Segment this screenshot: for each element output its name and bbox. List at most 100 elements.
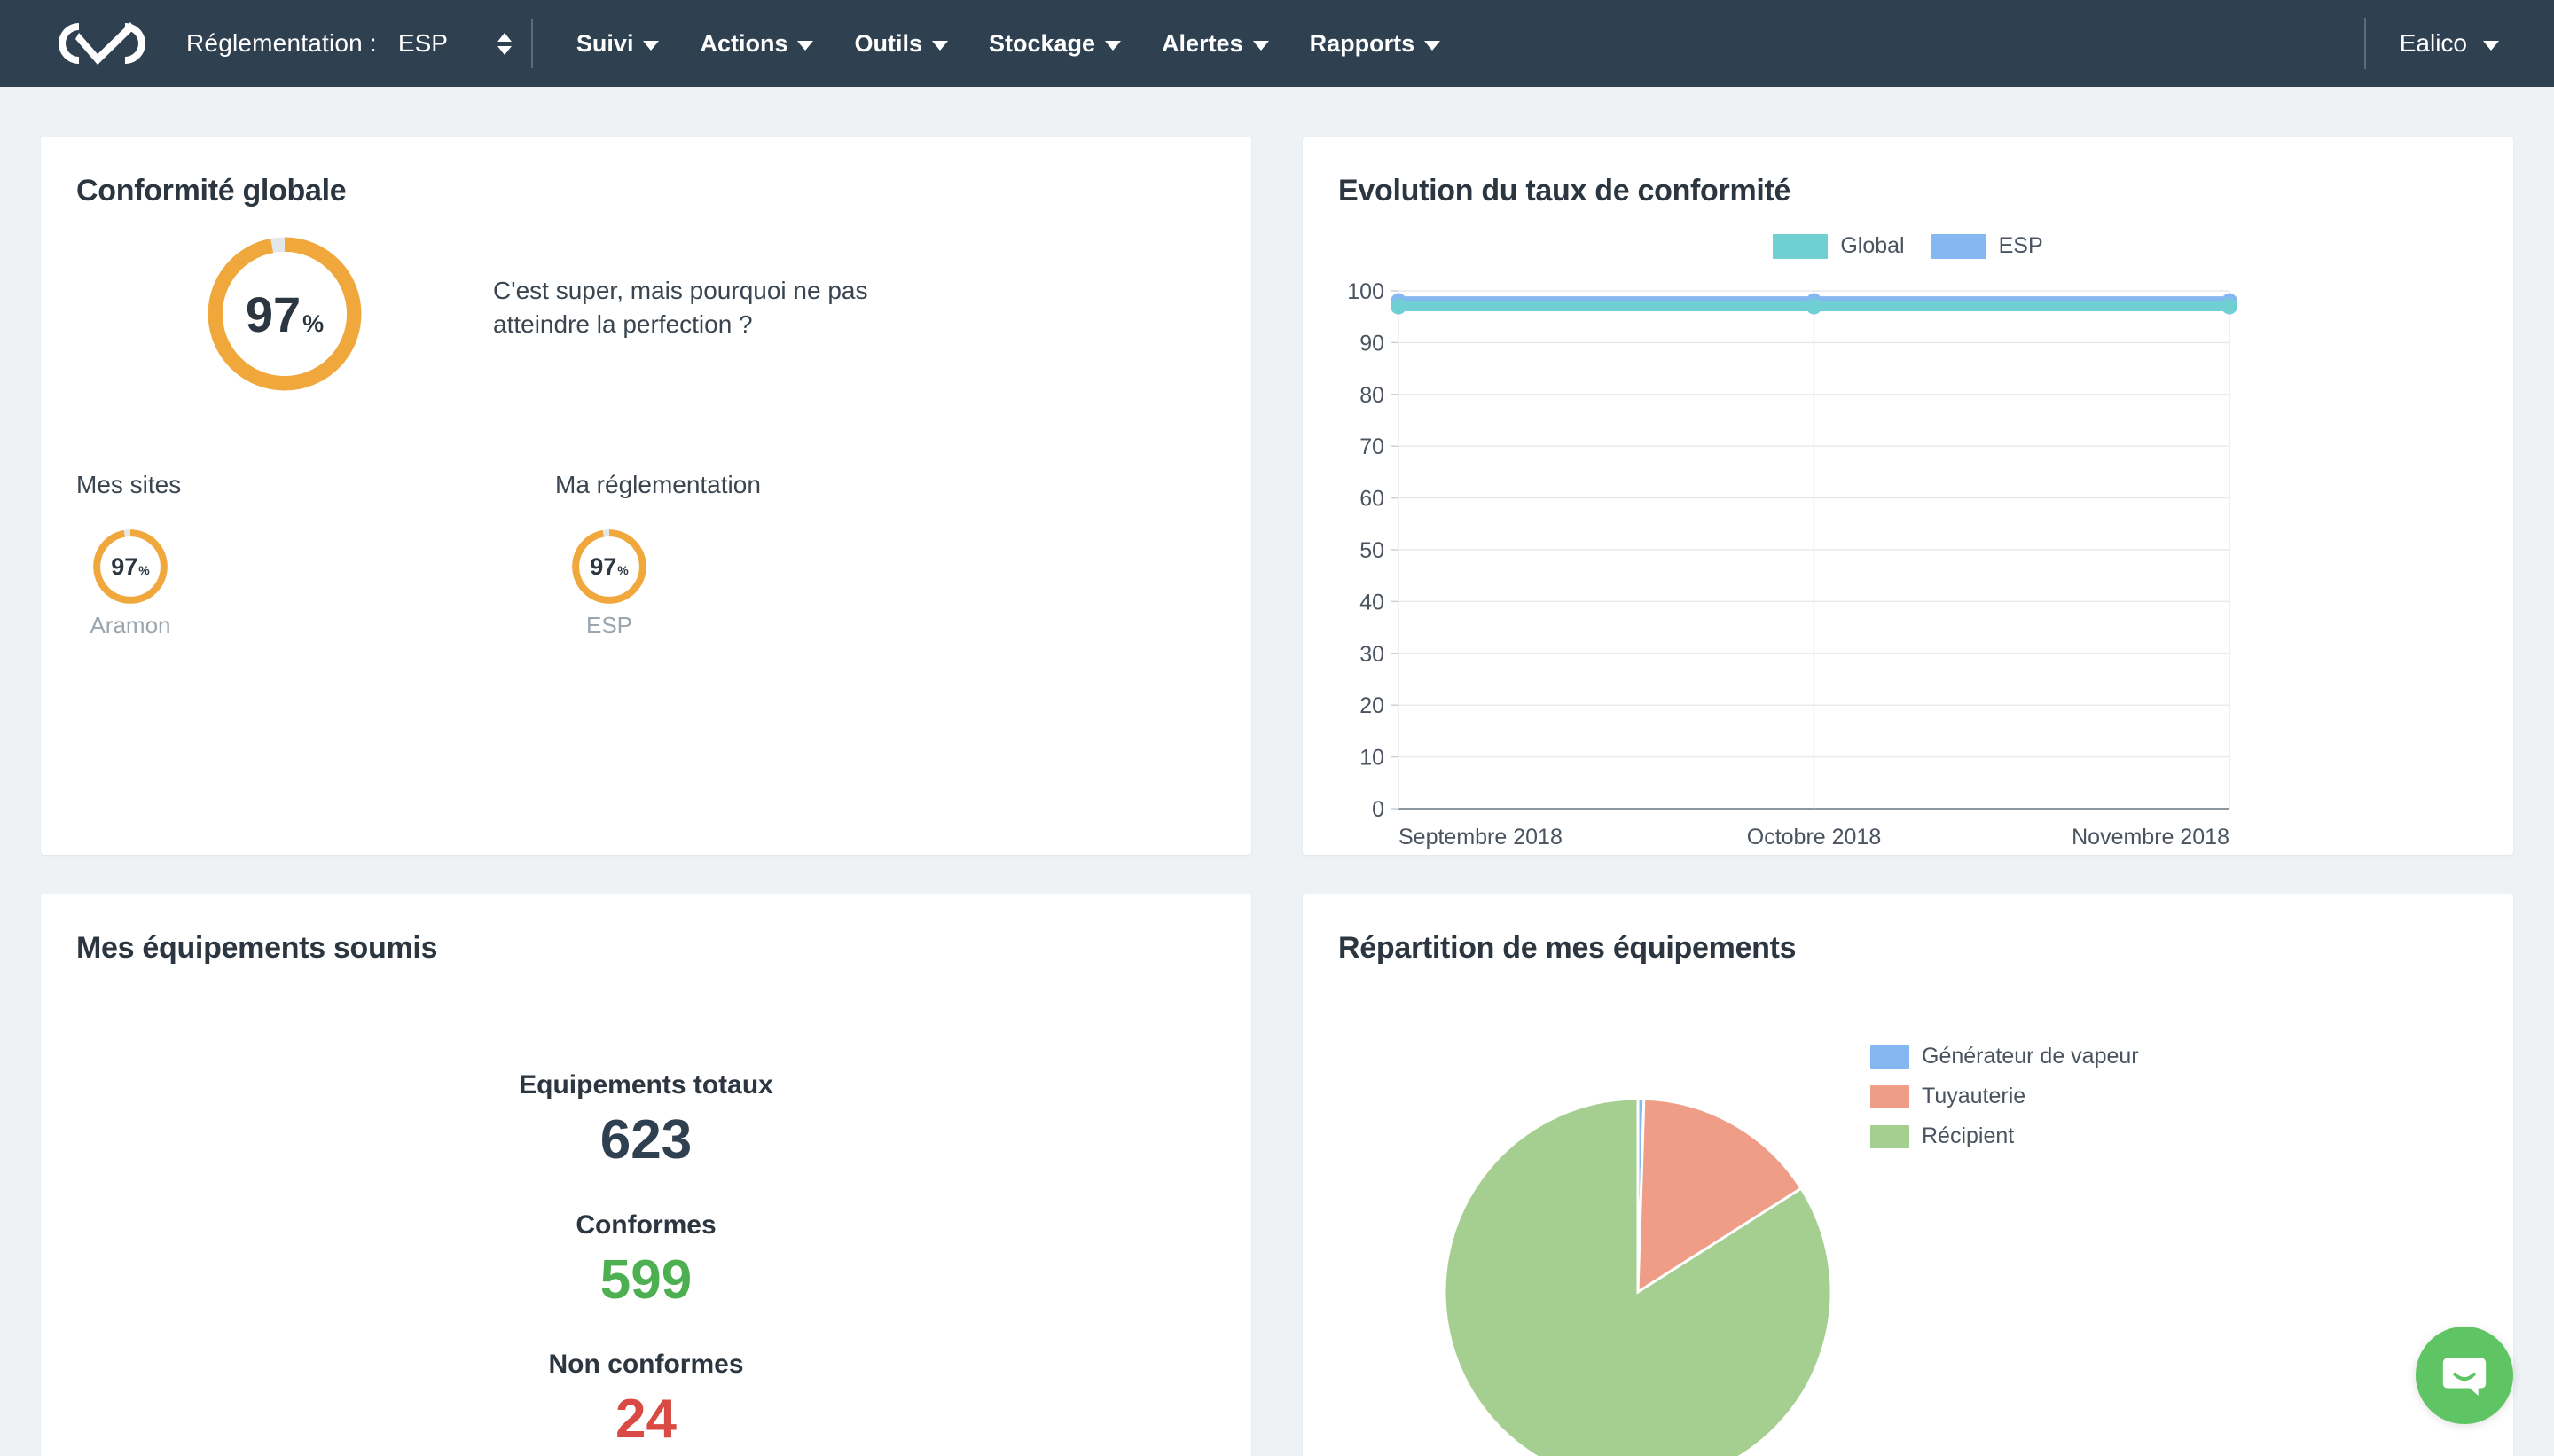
stat-label-non-conformes: Non conformes (548, 1350, 744, 1379)
stat-value-total: 623 (599, 1109, 693, 1170)
global-conformity-number: 97 (245, 286, 302, 342)
legend-item-esp[interactable]: ESP (1931, 233, 2043, 259)
legend-item-tuyauterie[interactable]: Tuyauterie (1870, 1084, 2139, 1109)
reglementation-conformity-donut: 97% (570, 528, 648, 606)
svg-text:60: 60 (1359, 487, 1384, 512)
svg-text:100: 100 (1347, 279, 1384, 304)
reglementation-section: Ma réglementation 97% ESP (555, 471, 1034, 639)
repartition-legend: Générateur de vapeur Tuyauterie Récipien… (1870, 1044, 2139, 1149)
svg-text:30: 30 (1359, 642, 1384, 667)
svg-text:80: 80 (1359, 383, 1384, 408)
regulation-stepper-icon[interactable] (497, 32, 512, 55)
svg-text:40: 40 (1359, 590, 1384, 614)
menu-item-outils[interactable]: Outils (834, 0, 968, 87)
card-repartition-equipements: Répartition de mes équipements Générateu… (1303, 894, 2513, 1456)
evolution-plot: 0 10 20 30 40 50 60 70 80 90 100 Septembre 2018 Octo… (1338, 275, 2478, 860)
stat-value-conformes: 599 (599, 1249, 693, 1311)
navbar-divider-right (2363, 18, 2366, 69)
menu-item-suivi[interactable]: Suivi (556, 0, 680, 87)
legend-label-generateur: Générateur de vapeur (1922, 1044, 2139, 1069)
chat-smile-icon (2442, 1358, 2487, 1396)
menu-item-alertes[interactable]: Alertes (1141, 0, 1289, 87)
conformity-helper-text: C'est super, mais pourquoi ne pas attein… (493, 277, 868, 338)
site-conformity-donut: 97% (91, 528, 169, 606)
chevron-down-icon (1105, 40, 1122, 51)
card-conformite-globale: Conformité globale 97% C'est super, mais… (41, 137, 1251, 855)
legend-swatch-tuyauterie (1870, 1084, 1909, 1108)
sites-section: Mes sites 97% Aramon (76, 471, 555, 639)
main-menu: Suivi Actions Outils Stockage Alertes Ra… (556, 0, 2364, 87)
svg-text:Septembre 2018: Septembre 2018 (1398, 825, 1563, 849)
svg-text:Novembre 2018: Novembre 2018 (2072, 825, 2229, 849)
legend-swatch-recipient (1870, 1124, 1909, 1148)
menu-item-label: Alertes (1162, 29, 1243, 57)
navbar-divider (530, 19, 533, 68)
menu-item-label: Outils (854, 29, 922, 57)
legend-label-global: Global (1840, 233, 1905, 258)
stat-label-conformes: Conformes (576, 1209, 717, 1240)
svg-text:50: 50 (1359, 538, 1384, 563)
site-conformity-value: 97% (111, 553, 150, 581)
site-gauge-wrap: 97% Aramon (76, 528, 184, 639)
reglementation-section-title: Ma réglementation (555, 471, 761, 498)
svg-text:Octobre 2018: Octobre 2018 (1747, 825, 1882, 849)
infinity-check-logo-icon[interactable] (50, 16, 154, 71)
menu-item-stockage[interactable]: Stockage (968, 0, 1141, 87)
reglementation-name: ESP (585, 612, 633, 638)
global-conformity-value: 97% (246, 286, 324, 343)
equipements-stats: Equipements totaux 623 Conformes 599 Non… (76, 1070, 1216, 1454)
chevron-down-icon (643, 40, 660, 51)
legend-swatch-global (1773, 233, 1829, 259)
menu-item-actions[interactable]: Actions (679, 0, 834, 87)
evolution-legend: Global ESP (1338, 233, 2478, 259)
svg-text:0: 0 (1372, 797, 1384, 822)
evolution-title: Evolution du taux de conformité (1338, 174, 1791, 207)
global-gauge-wrap: 97% (76, 233, 493, 395)
percent-symbol: % (302, 309, 325, 337)
user-name: Ealico (2399, 29, 2467, 57)
evolution-chart: Global ESP 0 10 20 30 40 50 60 70 80 90 100 Septemb… (1338, 233, 2478, 860)
reglementation-conformity-number: 97 (590, 552, 617, 580)
svg-text:10: 10 (1359, 746, 1384, 771)
equipements-title: Mes équipements soumis (76, 931, 438, 965)
chevron-down-icon (1424, 40, 1441, 51)
reglementation-conformity-value: 97% (590, 553, 629, 581)
legend-swatch-esp (1931, 233, 1986, 259)
stat-value-non-conformes: 24 (615, 1389, 677, 1450)
stat-label-total: Equipements totaux (519, 1070, 773, 1100)
global-gauge-row: 97% C'est super, mais pourquoi ne pas at… (76, 233, 1216, 395)
chevron-down-icon (1252, 40, 1269, 51)
global-conformity-donut: 97% (204, 233, 365, 395)
chevron-down-icon (797, 40, 814, 51)
repartition-chart: Générateur de vapeur Tuyauterie Récipien… (1338, 992, 2478, 1456)
percent-symbol: % (617, 562, 629, 577)
card-evolution-conformite: Evolution du taux de conformité Global E… (1303, 137, 2513, 855)
svg-text:20: 20 (1359, 693, 1384, 718)
intercom-launcher-button[interactable] (2416, 1327, 2513, 1424)
chevron-down-icon (931, 40, 948, 51)
conformity-breakdown: Mes sites 97% Aramon Ma réglementation 9… (76, 471, 1216, 639)
percent-symbol: % (138, 562, 150, 577)
site-name: Aramon (90, 612, 171, 638)
svg-text:90: 90 (1359, 331, 1384, 356)
menu-item-label: Suivi (576, 29, 634, 57)
navbar-right: Ealico (2363, 18, 2554, 69)
reglementation-gauge-wrap: 97% ESP (555, 528, 663, 639)
page-title: Conformité globale (76, 174, 347, 207)
dashboard-grid: Conformité globale 97% C'est super, mais… (0, 87, 2554, 1456)
menu-item-label: Rapports (1309, 29, 1415, 57)
user-menu[interactable]: Ealico (2400, 29, 2499, 58)
svg-text:70: 70 (1359, 434, 1384, 459)
legend-item-global[interactable]: Global (1773, 233, 1905, 259)
chevron-down-icon (497, 45, 512, 55)
regulation-selector[interactable]: Réglementation : ESP (186, 29, 512, 58)
menu-item-label: Actions (700, 29, 788, 57)
chevron-down-icon (2483, 40, 2499, 51)
repartition-title: Répartition de mes équipements (1338, 931, 1797, 965)
top-navbar: Réglementation : ESP Suivi Actions Outil… (0, 0, 2554, 87)
chevron-up-icon (497, 32, 512, 42)
menu-item-rapports[interactable]: Rapports (1289, 0, 1461, 87)
legend-swatch-generateur (1870, 1045, 1909, 1069)
legend-item-generateur[interactable]: Générateur de vapeur (1870, 1044, 2139, 1069)
legend-item-recipient[interactable]: Récipient (1870, 1123, 2139, 1149)
